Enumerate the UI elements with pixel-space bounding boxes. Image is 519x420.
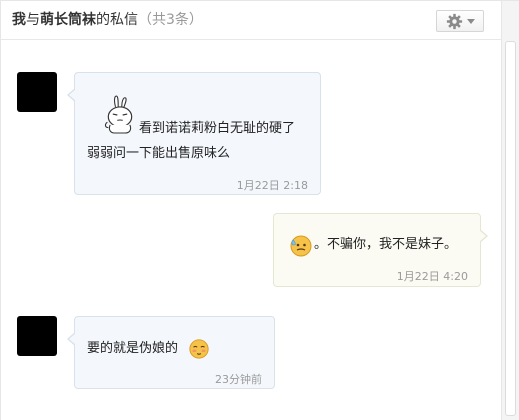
- message-timestamp: 1月22日 4:20: [396, 270, 468, 283]
- message-text: 。不骗你，我不是妹子。: [314, 237, 458, 252]
- message-text-line-1: 看到诺诺莉粉白无耻的硬了: [139, 121, 296, 136]
- message-bubble-outgoing: 。不骗你，我不是妹子。 1月22日 4:20: [273, 213, 488, 287]
- scrollbar-thumb[interactable]: [505, 41, 516, 416]
- conversation-header: 我与萌长筒袜的私信（共3条）: [1, 1, 501, 40]
- caret-down-icon: [467, 19, 475, 24]
- title-self: 我: [12, 12, 26, 28]
- title-username[interactable]: 萌长筒袜: [40, 12, 96, 28]
- gear-icon: [446, 13, 463, 30]
- sender-avatar[interactable]: [17, 72, 57, 112]
- settings-dropdown-button[interactable]: [436, 10, 484, 32]
- sweat-face-icon: [290, 235, 312, 257]
- shy-face-icon: [189, 339, 209, 359]
- vertical-scrollbar[interactable]: [501, 1, 519, 420]
- title-suffix: 的私信: [96, 12, 138, 28]
- sender-avatar[interactable]: [17, 316, 57, 356]
- message-bubble-incoming: 要的就是伪娘的 23分钟前: [67, 316, 275, 389]
- message-text-line-2: 弱弱问一下能出售原味么: [87, 146, 231, 161]
- message-timestamp: 1月22日 2:18: [236, 179, 308, 192]
- conversation-title: 我与萌长筒袜的私信（共3条）: [12, 11, 203, 29]
- rabbit-sticker-icon: [104, 95, 133, 134]
- message-timestamp: 23分钟前: [215, 373, 262, 386]
- message-window: 我与萌长筒袜的私信（共3条） 看到诺诺莉粉白无耻的硬了 弱弱问一下能出售原味么 …: [0, 0, 519, 420]
- message-bubble-incoming: 看到诺诺莉粉白无耻的硬了 弱弱问一下能出售原味么 1月22日 2:18: [67, 72, 321, 195]
- message-text: 要的就是伪娘的: [87, 341, 179, 356]
- title-separator: 与: [26, 12, 40, 28]
- message-count: （共3条）: [138, 12, 203, 28]
